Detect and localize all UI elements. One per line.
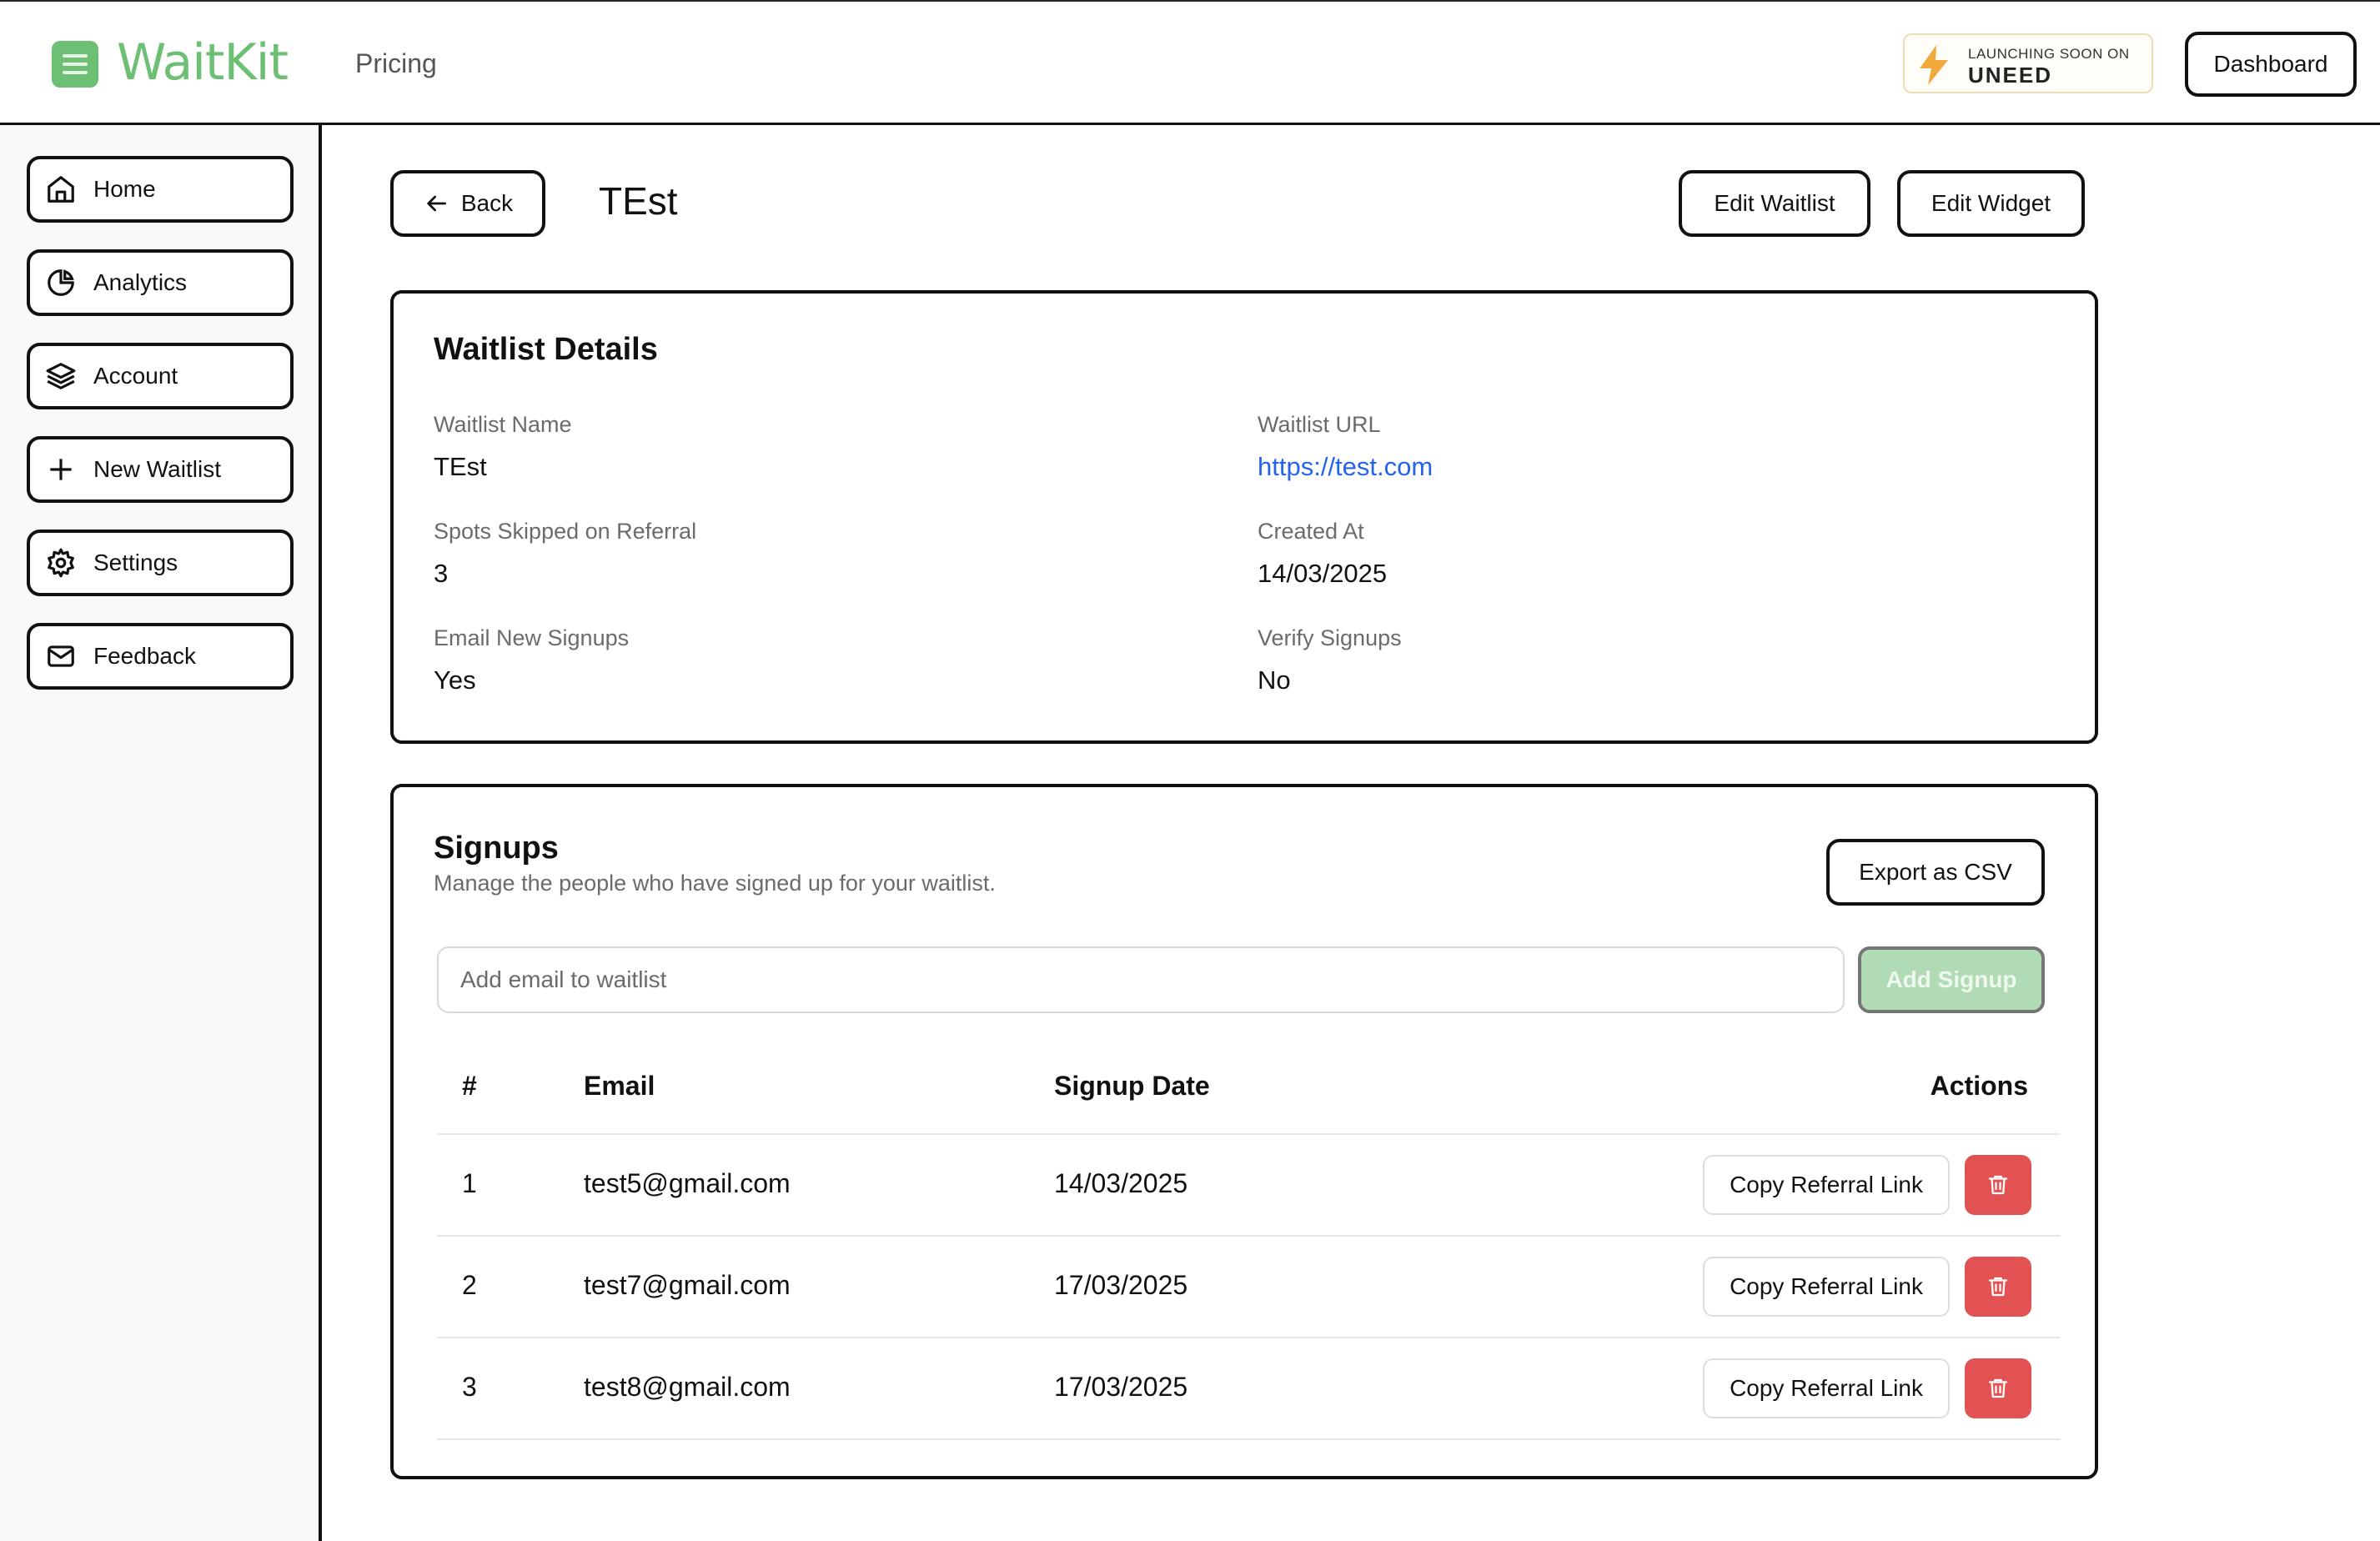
sidebar-item-new-waitlist[interactable]: New Waitlist bbox=[27, 436, 294, 503]
row-number: 2 bbox=[462, 1270, 477, 1300]
email-new-signups-label: Email New Signups bbox=[434, 625, 630, 650]
trash-icon bbox=[1988, 1175, 2008, 1195]
waitlist-details-card: Waitlist Details Waitlist Name TEst Wait… bbox=[390, 290, 2098, 744]
spots-skipped-value: 3 bbox=[434, 559, 449, 588]
verify-signups-value: No bbox=[1258, 665, 1291, 695]
page-title: TEst bbox=[599, 179, 678, 223]
sidebar-item-label: New Waitlist bbox=[93, 456, 221, 482]
edit-waitlist-button[interactable]: Edit Waitlist bbox=[1679, 170, 1870, 237]
column-header-number: # bbox=[462, 1071, 477, 1101]
uneed-launch-badge[interactable]: LAUNCHING SOON ON UNEED bbox=[1903, 33, 2153, 93]
row-divider bbox=[437, 1235, 2060, 1237]
trash-icon bbox=[1988, 1378, 2008, 1398]
mail-icon bbox=[48, 645, 74, 667]
sidebar: Home Analytics Account New Waitlist Sett… bbox=[0, 125, 322, 1541]
pricing-link[interactable]: Pricing bbox=[355, 48, 437, 79]
delete-signup-button[interactable] bbox=[1965, 1155, 2031, 1215]
row-signup-date: 17/03/2025 bbox=[1054, 1372, 1188, 1402]
spots-skipped-label: Spots Skipped on Referral bbox=[434, 519, 697, 544]
row-signup-date: 17/03/2025 bbox=[1054, 1270, 1188, 1300]
pie-chart-icon bbox=[48, 269, 74, 296]
row-divider bbox=[437, 1337, 2060, 1338]
created-at-label: Created At bbox=[1258, 519, 1364, 544]
back-button[interactable]: Back bbox=[390, 170, 545, 237]
row-number: 1 bbox=[462, 1168, 477, 1198]
row-divider bbox=[437, 1438, 2060, 1440]
sidebar-item-analytics[interactable]: Analytics bbox=[27, 249, 294, 316]
copy-referral-link-button[interactable]: Copy Referral Link bbox=[1703, 1257, 1950, 1317]
sidebar-item-label: Home bbox=[93, 176, 156, 202]
column-header-actions: Actions bbox=[1930, 1071, 2028, 1101]
sidebar-item-label: Feedback bbox=[93, 643, 196, 669]
sidebar-item-label: Account bbox=[93, 363, 178, 389]
sidebar-item-account[interactable]: Account bbox=[27, 343, 294, 409]
waitlist-name-label: Waitlist Name bbox=[434, 412, 572, 437]
layers-icon bbox=[46, 363, 76, 389]
gear-icon bbox=[48, 548, 74, 578]
copy-referral-link-button[interactable]: Copy Referral Link bbox=[1703, 1358, 1950, 1418]
waitlist-url-label: Waitlist URL bbox=[1258, 412, 1381, 437]
sidebar-item-label: Analytics bbox=[93, 269, 188, 295]
add-email-input[interactable]: Add email to waitlist bbox=[437, 946, 1845, 1013]
edit-widget-button[interactable]: Edit Widget bbox=[1897, 170, 2085, 237]
add-signup-button[interactable]: Add Signup bbox=[1858, 946, 2045, 1013]
signups-card: Signups Manage the people who have signe… bbox=[390, 784, 2098, 1479]
sidebar-item-label: Settings bbox=[93, 550, 178, 575]
signups-title: Signups bbox=[434, 831, 559, 866]
column-header-email: Email bbox=[584, 1071, 655, 1101]
row-number: 3 bbox=[462, 1372, 477, 1402]
copy-referral-link-button[interactable]: Copy Referral Link bbox=[1703, 1155, 1950, 1215]
email-new-signups-value: Yes bbox=[434, 665, 476, 695]
brand-name[interactable]: WaitKit bbox=[117, 33, 289, 92]
export-csv-button[interactable]: Export as CSV bbox=[1826, 839, 2045, 906]
badge-line2: UNEED bbox=[1968, 63, 2053, 88]
logo-icon[interactable] bbox=[52, 41, 98, 88]
sidebar-item-settings[interactable]: Settings bbox=[27, 530, 294, 596]
delete-signup-button[interactable] bbox=[1965, 1257, 2031, 1317]
waitlist-name-value: TEst bbox=[434, 452, 487, 481]
sidebar-item-home[interactable]: Home bbox=[27, 156, 294, 223]
row-email: test8@gmail.com bbox=[584, 1372, 791, 1402]
table-divider bbox=[437, 1133, 2060, 1135]
badge-line1: LAUNCHING SOON ON bbox=[1968, 46, 2130, 62]
home-icon bbox=[48, 176, 74, 203]
row-email: test5@gmail.com bbox=[584, 1168, 791, 1198]
dashboard-button[interactable]: Dashboard bbox=[2185, 32, 2357, 97]
arrow-left-icon bbox=[427, 195, 446, 212]
top-header: WaitKit Pricing LAUNCHING SOON ON UNEED … bbox=[0, 0, 2380, 125]
waitlist-url-link[interactable]: https://test.com bbox=[1258, 452, 1433, 482]
back-label: Back bbox=[460, 190, 514, 216]
row-signup-date: 14/03/2025 bbox=[1054, 1168, 1188, 1198]
signups-subtitle: Manage the people who have signed up for… bbox=[434, 871, 996, 896]
created-at-value: 14/03/2025 bbox=[1258, 559, 1388, 588]
plus-icon bbox=[50, 459, 72, 480]
lightning-icon bbox=[1920, 45, 1948, 85]
sidebar-item-feedback[interactable]: Feedback bbox=[27, 623, 294, 690]
delete-signup-button[interactable] bbox=[1965, 1358, 2031, 1418]
row-email: test7@gmail.com bbox=[584, 1270, 791, 1300]
verify-signups-label: Verify Signups bbox=[1258, 625, 1402, 650]
trash-icon bbox=[1988, 1277, 2008, 1297]
details-title: Waitlist Details bbox=[434, 332, 658, 367]
column-header-signup-date: Signup Date bbox=[1054, 1071, 1210, 1101]
